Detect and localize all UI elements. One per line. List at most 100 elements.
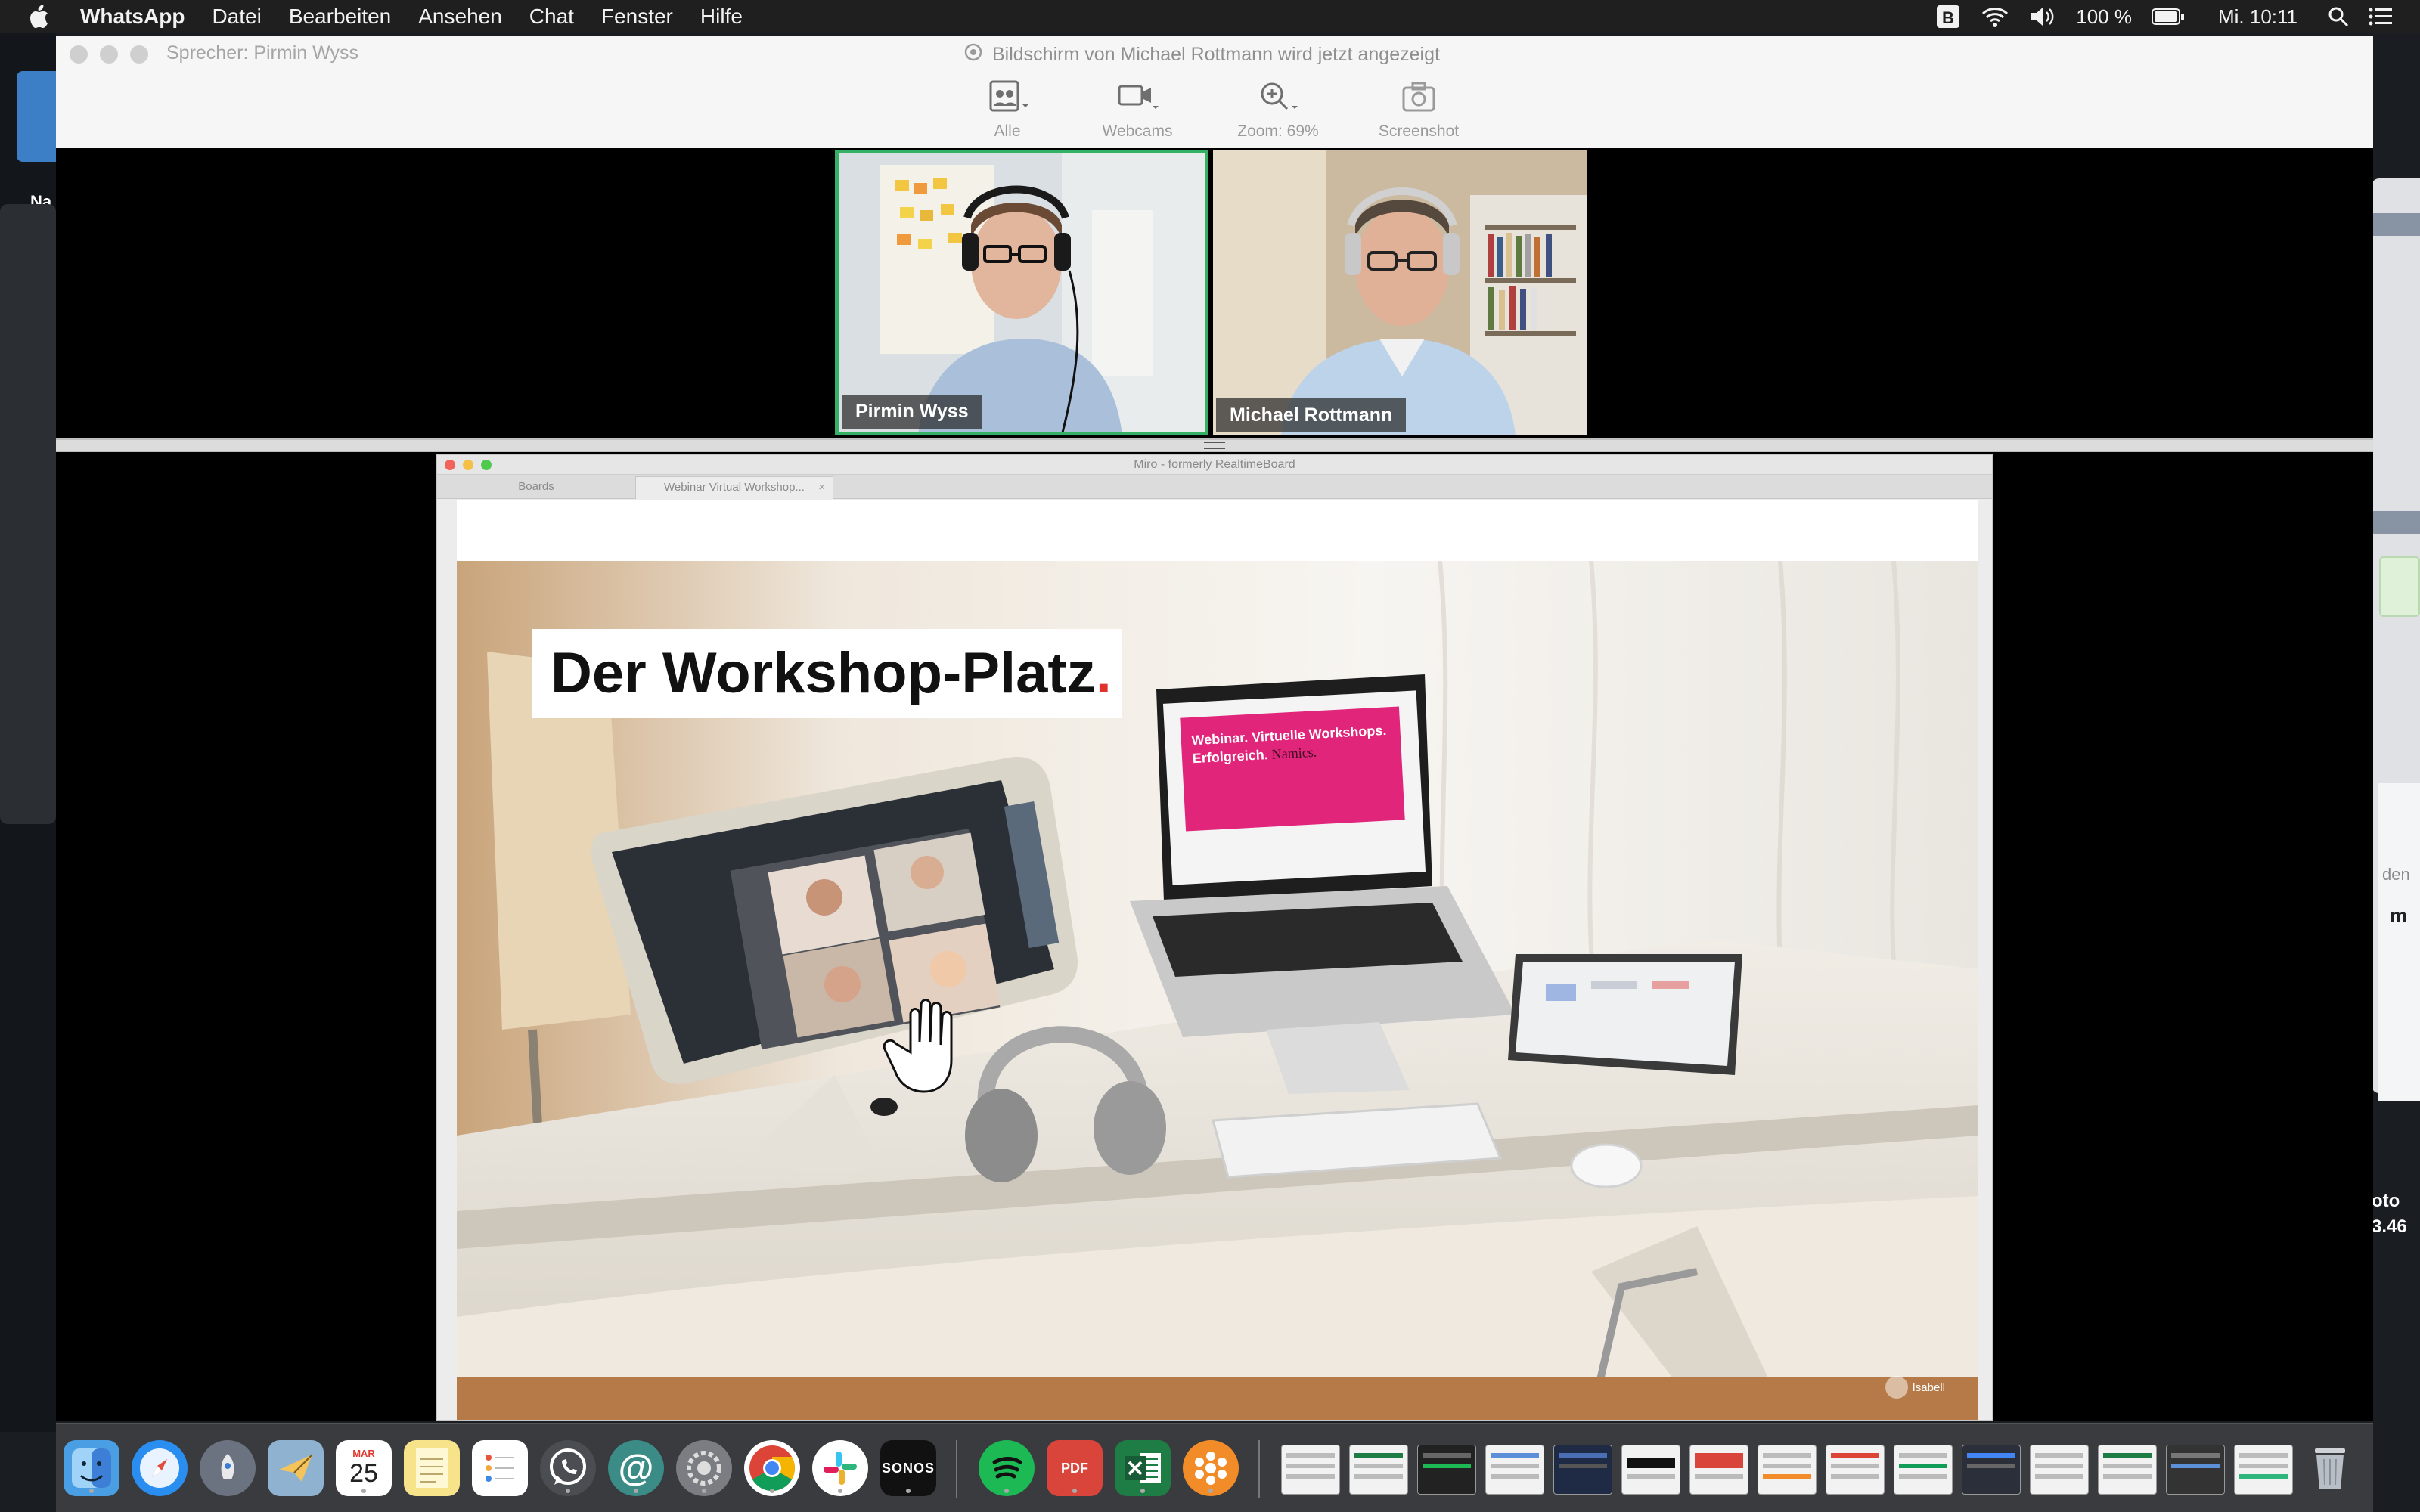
calendar-icon[interactable]: MAR 25 xyxy=(336,1440,392,1496)
collaborator-cursor-tag: Isabell xyxy=(1885,1376,1945,1399)
airmail-icon[interactable]: @ xyxy=(608,1440,664,1496)
background-window-text-2: m xyxy=(2390,904,2408,927)
miro-fullscreen-button[interactable] xyxy=(481,460,492,470)
menu-fenster[interactable]: Fenster xyxy=(601,5,673,29)
background-window-panel xyxy=(2378,783,2420,1101)
minimized-window-thumbnail[interactable] xyxy=(1417,1445,1476,1495)
notes-icon[interactable] xyxy=(404,1440,460,1496)
minimized-window-thumbnail[interactable] xyxy=(2030,1445,2089,1495)
mail-icon[interactable] xyxy=(268,1440,324,1496)
miro-minimize-button[interactable] xyxy=(463,460,473,470)
board-title-dot: . xyxy=(1095,641,1112,705)
minimized-window-thumbnail[interactable] xyxy=(1758,1445,1817,1495)
launchpad-icon[interactable] xyxy=(200,1440,256,1496)
minimized-window-thumbnail[interactable] xyxy=(1689,1445,1748,1495)
screenshot-button[interactable]: Screenshot xyxy=(1366,79,1472,141)
laptop-slide-brand: Namics. xyxy=(1271,744,1317,762)
folder-icon[interactable] xyxy=(17,71,62,162)
wifi-icon[interactable] xyxy=(1981,5,2009,28)
minimized-window-thumbnail[interactable] xyxy=(2098,1445,2157,1495)
sonos-icon[interactable]: SONOS xyxy=(880,1440,936,1496)
apple-icon[interactable] xyxy=(27,4,57,29)
slack-icon[interactable] xyxy=(812,1440,868,1496)
running-indicator xyxy=(566,1489,570,1493)
minimized-window-thumbnail[interactable] xyxy=(2234,1445,2293,1495)
status-area: B 100 % Mi. 10:11 xyxy=(1935,0,2420,33)
desktop-file-label: oto 3.46 xyxy=(2372,1188,2420,1264)
minimized-window-thumbnail[interactable] xyxy=(1485,1445,1544,1495)
menu-bar: WhatsApp Datei Bearbeiten Ansehen Chat F… xyxy=(0,0,2420,33)
participant-name-label: Michael Rottmann xyxy=(1216,398,1407,432)
miro-browser-window: Miro - formerly RealtimeBoard Boards Web… xyxy=(436,454,1993,1421)
tab-boards-label: Boards xyxy=(518,480,554,493)
close-button[interactable] xyxy=(70,45,88,64)
chrome-icon[interactable] xyxy=(744,1440,800,1496)
minimized-window-thumbnail[interactable] xyxy=(1281,1445,1340,1495)
clock[interactable]: Mi. 10:11 xyxy=(2218,5,2297,29)
spotify-icon[interactable] xyxy=(979,1440,1035,1496)
zoom-level-button[interactable]: Zoom: 69% xyxy=(1225,79,1331,141)
miro-tab-bar: Boards Webinar Virtual Workshop... × xyxy=(437,475,1992,499)
sonos-label: SONOS xyxy=(881,1460,935,1476)
resize-handle-icon[interactable] xyxy=(1204,442,1225,449)
minimized-window-thumbnail[interactable] xyxy=(2166,1445,2225,1495)
background-window xyxy=(0,204,56,824)
tab-close-icon[interactable]: × xyxy=(818,477,825,498)
system-preferences-icon[interactable] xyxy=(676,1440,732,1496)
menu-bearbeiten[interactable]: Bearbeiten xyxy=(289,5,391,29)
fullscreen-button[interactable] xyxy=(130,45,148,64)
b-app-icon[interactable]: B xyxy=(1935,4,1961,29)
zoom-meeting-window: Sprecher: Pirmin Wyss Bildschirm von Mic… xyxy=(56,36,2373,1421)
dock: MAR 25 @ SONOS PDF xyxy=(56,1423,2373,1512)
tab-boards[interactable]: Boards xyxy=(437,476,635,499)
screenshot-label: Screenshot xyxy=(1378,122,1460,140)
miro-board-canvas[interactable]: Der Workshop-Platz. Webinar. Virtuelle W… xyxy=(457,500,1978,1420)
menu-ansehen[interactable]: Ansehen xyxy=(418,5,502,29)
zoom-title-bar: Sprecher: Pirmin Wyss Bildschirm von Mic… xyxy=(56,36,2373,148)
workshop-desk-photo: Der Workshop-Platz. Webinar. Virtuelle W… xyxy=(457,561,1978,1420)
spotlight-search-icon[interactable] xyxy=(2328,6,2349,27)
resize-divider[interactable] xyxy=(56,438,2373,452)
minimized-window-thumbnail[interactable] xyxy=(1962,1445,2021,1495)
view-all-button[interactable]: Alle xyxy=(954,79,1060,141)
trash-icon[interactable] xyxy=(2302,1440,2358,1496)
menu-datei[interactable]: Datei xyxy=(212,5,261,29)
minimized-window-thumbnail[interactable] xyxy=(1894,1445,1953,1495)
minimized-window-thumbnail[interactable] xyxy=(1349,1445,1408,1495)
menu-chat[interactable]: Chat xyxy=(529,5,574,29)
minimized-window-thumbnail[interactable] xyxy=(1553,1445,1612,1495)
battery-percent[interactable]: 100 % xyxy=(2076,5,2132,29)
miro-app-icon[interactable] xyxy=(1183,1440,1239,1496)
finder-icon[interactable] xyxy=(64,1440,119,1496)
running-indicator xyxy=(1004,1489,1009,1493)
dock-separator xyxy=(956,1440,957,1498)
board-title[interactable]: Der Workshop-Platz. xyxy=(532,629,1122,718)
safari-icon[interactable] xyxy=(132,1440,188,1496)
reminders-icon[interactable] xyxy=(472,1440,528,1496)
running-indicator xyxy=(634,1489,638,1493)
webcams-label: Webcams xyxy=(1102,122,1173,140)
background-desktop-left: Na xyxy=(0,33,62,1432)
whatsapp-icon[interactable] xyxy=(540,1440,596,1496)
minimize-button[interactable] xyxy=(100,45,118,64)
participant-video-michael-rottmann[interactable]: Michael Rottmann xyxy=(1213,150,1587,435)
menu-hilfe[interactable]: Hilfe xyxy=(700,5,743,29)
participant-video-pirmin-wyss[interactable]: Pirmin Wyss xyxy=(835,150,1208,435)
zoom-level-label: Zoom: 69% xyxy=(1237,122,1319,140)
miro-close-button[interactable] xyxy=(445,460,455,470)
tab-webinar-virtual-workshop[interactable]: Webinar Virtual Workshop... × xyxy=(635,476,833,499)
battery-icon[interactable] xyxy=(2151,8,2185,26)
minimized-window-thumbnail[interactable] xyxy=(1621,1445,1680,1495)
menu-app-name[interactable]: WhatsApp xyxy=(80,5,185,29)
volume-icon[interactable] xyxy=(2029,5,2056,28)
notification-center-icon[interactable] xyxy=(2369,7,2393,26)
collaborator-avatar xyxy=(1885,1376,1908,1399)
pdf-expert-icon[interactable]: PDF xyxy=(1047,1440,1103,1496)
webcams-button[interactable]: Webcams xyxy=(1084,79,1190,141)
participant-video-strip: Pirmin Wyss Michael Rottmann xyxy=(56,148,2373,438)
share-settings-icon[interactable] xyxy=(963,42,983,67)
tab-webinar-label: Webinar Virtual Workshop... xyxy=(664,481,805,494)
desktop-file-label-1: oto xyxy=(2372,1191,2400,1211)
minimized-window-thumbnail[interactable] xyxy=(1826,1445,1885,1495)
excel-icon[interactable] xyxy=(1115,1440,1171,1496)
